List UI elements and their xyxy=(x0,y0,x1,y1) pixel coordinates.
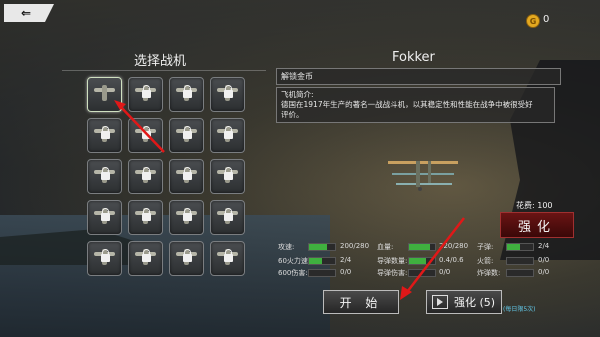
aircraft-slot[interactable] xyxy=(210,77,245,112)
coin-icon: G xyxy=(526,14,540,28)
stat-value: 0.4/0.6 xyxy=(439,256,464,264)
aircraft-slot[interactable] xyxy=(87,200,122,235)
aircraft-slot[interactable] xyxy=(87,159,122,194)
aircraft-slot[interactable] xyxy=(87,118,122,153)
stat-bar xyxy=(506,257,534,265)
lock-icon xyxy=(183,85,192,98)
stat-value: 200/280 xyxy=(340,242,370,250)
video-upgrade-label: 强化 (5) xyxy=(454,296,496,309)
aircraft-slot[interactable] xyxy=(128,118,163,153)
aircraft-description: 飞机简介: 德国在1917年生产的著名一战战斗机，以其稳定性和性能在战争中被很受… xyxy=(276,87,555,123)
lock-icon xyxy=(101,208,110,221)
lock-icon xyxy=(142,208,151,221)
lock-icon xyxy=(224,249,233,262)
stat-label: 攻速: xyxy=(278,243,295,251)
stat-bar xyxy=(408,269,436,277)
aircraft-slot[interactable] xyxy=(210,159,245,194)
aircraft-name-title: Fokker xyxy=(392,50,435,65)
coin-count: 0 xyxy=(543,14,550,25)
upgrade-cost: 花费: 100 xyxy=(516,201,553,210)
lock-icon xyxy=(224,85,233,98)
stat-bar xyxy=(408,257,436,265)
stat-value: 220/280 xyxy=(439,242,469,250)
stat-value: 0/0 xyxy=(439,268,451,276)
stat-bar-fill xyxy=(409,244,430,250)
stat-value: 2/4 xyxy=(340,256,352,264)
lock-icon xyxy=(183,126,192,139)
lock-icon xyxy=(142,85,151,98)
aircraft-slot[interactable] xyxy=(87,77,122,112)
lock-icon xyxy=(224,167,233,180)
stat-bar xyxy=(506,243,534,251)
lock-icon xyxy=(183,249,192,262)
description-line: 飞机简介: xyxy=(281,90,314,99)
aircraft-slot[interactable] xyxy=(210,200,245,235)
aircraft-slot[interactable] xyxy=(128,241,163,276)
select-aircraft-title: 选择战机 xyxy=(134,54,187,69)
aircraft-slot[interactable] xyxy=(128,77,163,112)
stat-label: 子弹: xyxy=(477,243,494,251)
aircraft-preview-image xyxy=(388,161,458,191)
video-play-icon xyxy=(432,295,448,309)
upgrade-button[interactable]: 强化 xyxy=(500,212,574,238)
aircraft-slot[interactable] xyxy=(87,241,122,276)
start-button[interactable]: 开 始 xyxy=(323,290,399,314)
stat-bar-fill xyxy=(309,258,322,264)
aircraft-slot[interactable] xyxy=(169,241,204,276)
lock-icon xyxy=(183,208,192,221)
stat-label: 导弹伤害: xyxy=(377,269,408,277)
stat-bar xyxy=(506,269,534,277)
lock-icon xyxy=(224,208,233,221)
lock-icon xyxy=(142,249,151,262)
unlock-bar: 解锁金币 xyxy=(276,68,561,85)
lock-icon xyxy=(101,249,110,262)
stat-value: 2/4 xyxy=(538,242,550,250)
stat-bar xyxy=(308,269,336,277)
stat-bar-fill xyxy=(507,244,520,250)
aircraft-slot[interactable] xyxy=(128,200,163,235)
description-line: 德国在1917年生产的著名一战战斗机，以其稳定性和性能在战争中被很受好 xyxy=(281,100,533,109)
stat-label: 火箭: xyxy=(477,257,494,265)
stat-value: 0/0 xyxy=(340,268,352,276)
lock-icon xyxy=(224,126,233,139)
stat-label: 炸弹数: xyxy=(477,269,501,277)
lock-icon xyxy=(142,167,151,180)
stat-bar xyxy=(308,257,336,265)
description-line: 评价。 xyxy=(281,110,304,119)
stat-bar-fill xyxy=(409,258,427,264)
lock-icon xyxy=(101,167,110,180)
stat-label: 血量: xyxy=(377,243,394,251)
aircraft-slot[interactable] xyxy=(210,241,245,276)
stat-bar xyxy=(408,243,436,251)
lock-icon xyxy=(183,167,192,180)
daily-limit-note: (每日限5次) xyxy=(503,306,536,313)
lock-icon xyxy=(101,126,110,139)
stat-value: 0/0 xyxy=(538,268,550,276)
back-arrow-icon: ⇐ xyxy=(20,6,32,20)
aircraft-slot[interactable] xyxy=(169,118,204,153)
stat-bar-fill xyxy=(309,244,328,250)
stat-value: 0/0 xyxy=(538,256,550,264)
video-upgrade-button[interactable]: 强化 (5) xyxy=(426,290,502,314)
plane-body xyxy=(102,85,107,101)
stat-bar xyxy=(308,243,336,251)
aircraft-slot[interactable] xyxy=(169,200,204,235)
stat-label: 600伤害: xyxy=(278,269,308,277)
aircraft-slot[interactable] xyxy=(210,118,245,153)
aircraft-slot[interactable] xyxy=(169,159,204,194)
lock-icon xyxy=(142,126,151,139)
stat-label: 导弹数量: xyxy=(377,257,408,265)
aircraft-slot[interactable] xyxy=(169,77,204,112)
aircraft-slot[interactable] xyxy=(128,159,163,194)
stat-label: 60火力速: xyxy=(278,257,311,265)
